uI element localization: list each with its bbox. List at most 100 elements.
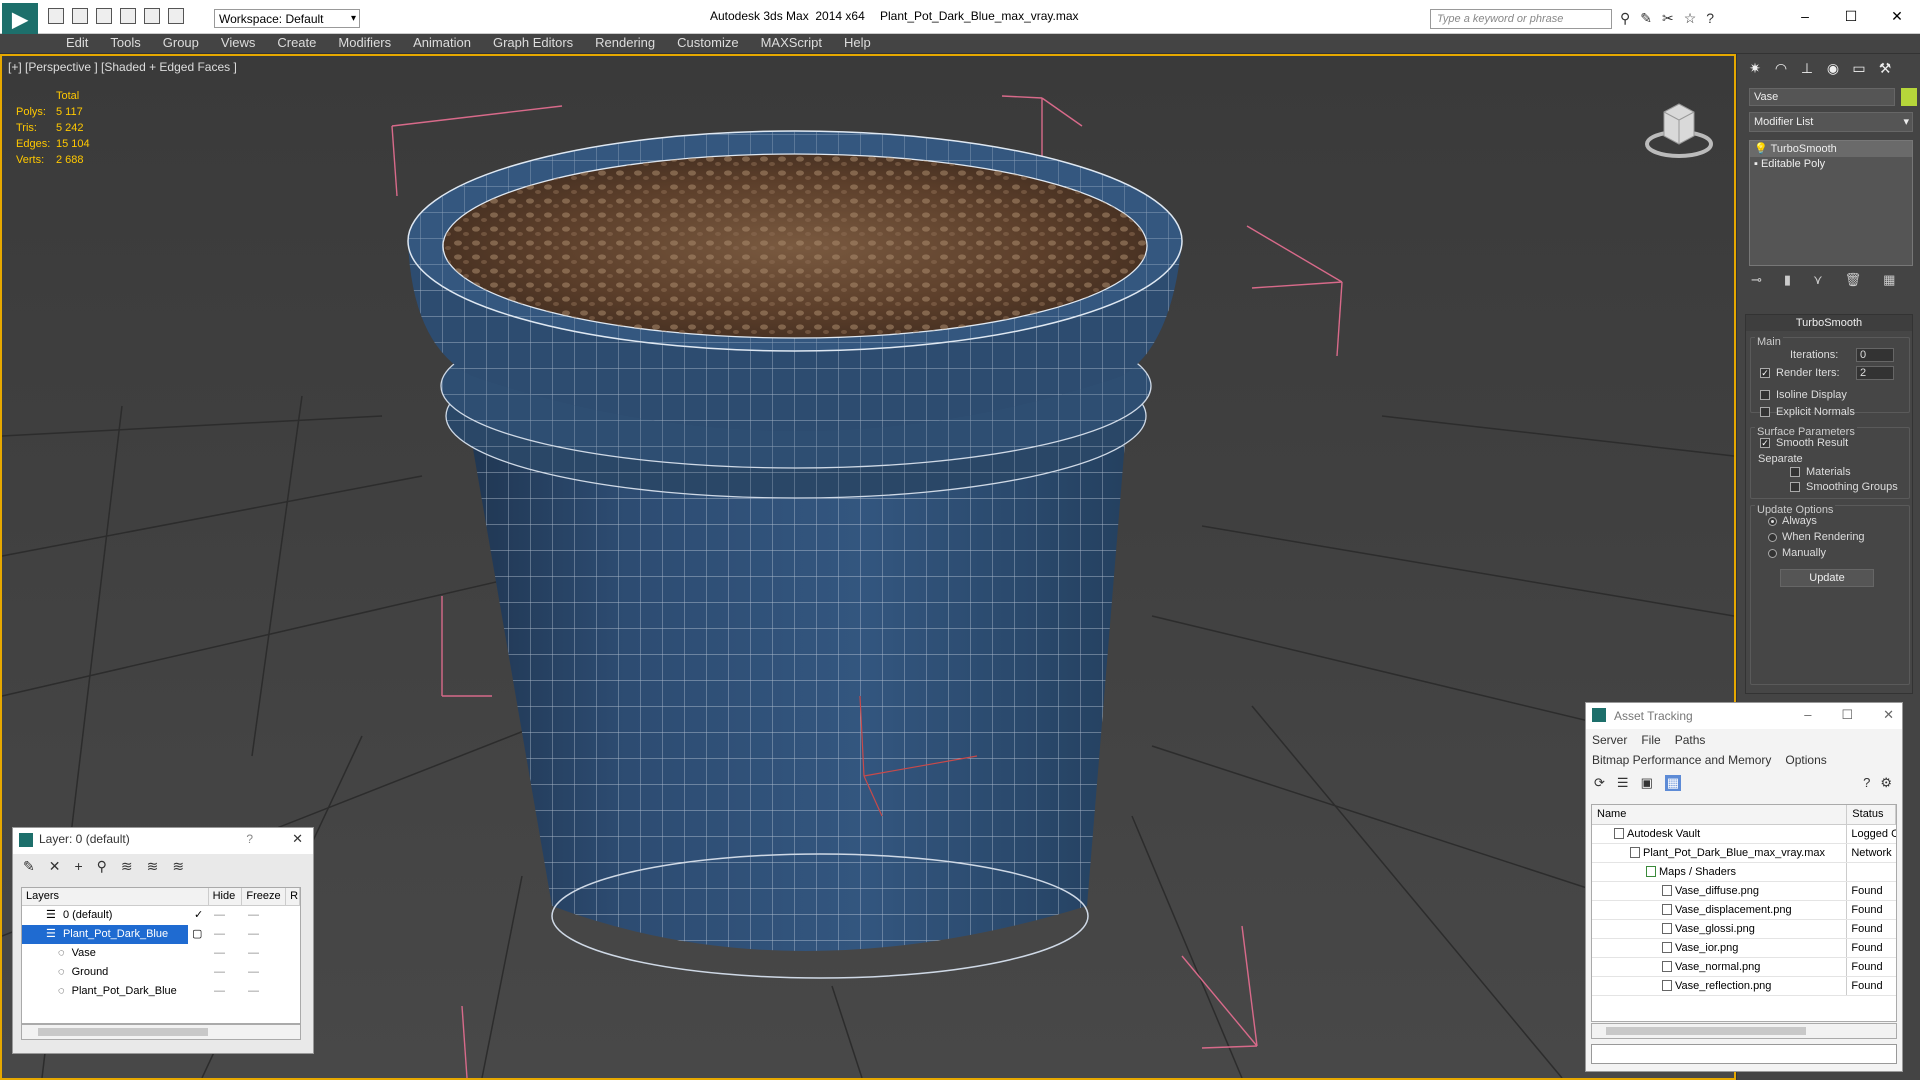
create-tab-icon[interactable]: ✷ xyxy=(1745,60,1765,78)
asset-row[interactable]: Autodesk Vault Logged O xyxy=(1592,825,1896,844)
delete-layer-icon[interactable]: ✕ xyxy=(49,858,61,876)
freeze-toggle[interactable]: — xyxy=(244,906,288,925)
freeze-toggle[interactable]: — xyxy=(244,925,288,944)
scrollbar-thumb[interactable] xyxy=(38,1028,208,1036)
hierarchy-tab-icon[interactable]: ⊥ xyxy=(1797,60,1817,78)
menu-bitmap-performance[interactable]: Bitmap Performance and Memory xyxy=(1592,751,1771,767)
hide-toggle[interactable]: — xyxy=(210,925,244,944)
menu-create[interactable]: Create xyxy=(266,34,327,53)
column-header[interactable]: Name xyxy=(1592,805,1848,824)
communication-icon[interactable]: ✂ xyxy=(1662,10,1674,27)
help-icon[interactable]: ? xyxy=(1863,775,1870,791)
maximize-icon[interactable]: ☐ xyxy=(1828,0,1874,32)
project-folder-icon[interactable] xyxy=(168,8,184,24)
settings-icon[interactable]: ⚙ xyxy=(1880,775,1892,791)
asset-row[interactable]: Vase_ior.png Found xyxy=(1592,939,1896,958)
freeze-toggle[interactable]: — xyxy=(244,982,288,1001)
freeze-toggle[interactable]: — xyxy=(244,944,288,963)
asset-row[interactable]: Maps / Shaders xyxy=(1592,863,1896,882)
select-layer-icon[interactable]: ⚲ xyxy=(97,858,107,876)
set-active-icon[interactable]: ▢ xyxy=(188,925,210,944)
column-header[interactable]: R xyxy=(286,888,301,905)
redo-icon[interactable] xyxy=(144,8,160,24)
menu-help[interactable]: Help xyxy=(833,34,882,53)
iterations-spinner[interactable]: 0 xyxy=(1856,348,1894,362)
minimize-icon[interactable]: – xyxy=(1782,0,1828,32)
layer-row[interactable]: ◌ Plant_Pot_Dark_Blue — — xyxy=(22,982,300,1001)
close-icon[interactable]: ✕ xyxy=(292,831,303,847)
hide-all-layers-icon[interactable]: ≋ xyxy=(147,858,159,876)
menu-modifiers[interactable]: Modifiers xyxy=(327,34,402,53)
layer-window-titlebar[interactable]: Layer: 0 (default) ? ✕ xyxy=(13,828,313,854)
pin-stack-icon[interactable]: ⊸ xyxy=(1751,272,1762,288)
asset-row[interactable]: Vase_diffuse.png Found xyxy=(1592,882,1896,901)
asset-row[interactable]: Vase_displacement.png Found xyxy=(1592,901,1896,920)
explicit-normals-checkbox[interactable] xyxy=(1760,407,1770,417)
undo-icon[interactable] xyxy=(120,8,136,24)
stack-item-turbosmooth[interactable]: 💡 TurboSmooth xyxy=(1750,141,1912,157)
menu-customize[interactable]: Customize xyxy=(666,34,749,53)
column-header[interactable]: Hide xyxy=(209,888,243,905)
configure-sets-icon[interactable]: ▦ xyxy=(1883,272,1895,288)
modifier-list-dropdown[interactable]: Modifier List xyxy=(1749,112,1913,132)
render-iters-spinner[interactable]: 2 xyxy=(1856,366,1894,380)
always-radio[interactable] xyxy=(1768,517,1777,526)
column-header[interactable]: Layers xyxy=(22,888,209,905)
save-file-icon[interactable] xyxy=(96,8,112,24)
materials-checkbox[interactable] xyxy=(1790,467,1800,477)
asset-row[interactable]: Vase_reflection.png Found xyxy=(1592,977,1896,996)
hide-toggle[interactable]: — xyxy=(210,906,244,925)
modify-tab-icon[interactable]: ◠ xyxy=(1771,60,1791,78)
app-logo-icon[interactable]: ▶ xyxy=(2,3,38,37)
help-icon[interactable]: ? xyxy=(246,832,253,846)
help-icon[interactable]: ? xyxy=(1706,10,1714,27)
asset-row[interactable]: Plant_Pot_Dark_Blue_max_vray.max Network xyxy=(1592,844,1896,863)
create-layer-icon[interactable]: ✎ xyxy=(23,858,35,876)
menu-options[interactable]: Options xyxy=(1785,751,1826,767)
layer-row[interactable]: ☰ Plant_Pot_Dark_Blue ▢ — — xyxy=(22,925,300,944)
subscription-icon[interactable]: ✎ xyxy=(1640,10,1652,27)
menu-file[interactable]: File xyxy=(1641,731,1660,747)
table-view-icon[interactable]: ▦ xyxy=(1664,775,1682,791)
asset-row[interactable]: Vase_glossi.png Found xyxy=(1592,920,1896,939)
list-view-icon[interactable]: ☰ xyxy=(1617,775,1629,791)
object-name-field[interactable]: Vase xyxy=(1749,88,1895,106)
binoculars-icon[interactable]: ⚲ xyxy=(1620,10,1630,27)
layer-row[interactable]: ☰ 0 (default) — — ✓ xyxy=(22,906,300,925)
viewcube-icon[interactable] xyxy=(1644,92,1714,162)
menu-group[interactable]: Group xyxy=(152,34,210,53)
new-file-icon[interactable] xyxy=(48,8,64,24)
show-end-result-icon[interactable]: ▮ xyxy=(1784,272,1791,288)
maximize-icon[interactable]: ☐ xyxy=(1841,707,1853,723)
asset-row[interactable]: Vase_normal.png Found xyxy=(1592,958,1896,977)
menu-animation[interactable]: Animation xyxy=(402,34,482,53)
menu-paths[interactable]: Paths xyxy=(1675,731,1706,747)
workspace-dropdown[interactable]: Workspace: Default xyxy=(214,9,360,28)
scrollbar-thumb[interactable] xyxy=(1606,1027,1806,1035)
menu-tools[interactable]: Tools xyxy=(99,34,151,53)
layer-row[interactable]: ◌ Vase — — xyxy=(22,944,300,963)
smooth-result-checkbox[interactable]: ✓ xyxy=(1760,438,1770,448)
hide-toggle[interactable]: — xyxy=(210,944,244,963)
column-header[interactable]: Status xyxy=(1847,805,1896,824)
asset-window-titlebar[interactable]: Asset Tracking – ☐ ✕ xyxy=(1586,703,1902,729)
horizontal-scrollbar[interactable] xyxy=(21,1024,301,1040)
utilities-tab-icon[interactable]: ⚒ xyxy=(1875,60,1895,78)
highlight-layer-icon[interactable]: ≋ xyxy=(121,858,133,876)
column-header[interactable]: Freeze xyxy=(242,888,287,905)
when-rendering-radio[interactable] xyxy=(1768,533,1777,542)
menu-edit[interactable]: Edit xyxy=(55,34,99,53)
minimize-icon[interactable]: – xyxy=(1804,707,1811,723)
refresh-icon[interactable]: ⟳ xyxy=(1594,775,1605,791)
motion-tab-icon[interactable]: ◉ xyxy=(1823,60,1843,78)
remove-modifier-icon[interactable]: 🗑 xyxy=(1845,272,1862,288)
make-unique-icon[interactable]: ⋎ xyxy=(1813,272,1823,288)
hide-toggle[interactable]: — xyxy=(210,963,244,982)
search-input[interactable]: Type a keyword or phrase xyxy=(1430,9,1612,29)
display-tab-icon[interactable]: ▭ xyxy=(1849,60,1869,78)
smoothing-groups-checkbox[interactable] xyxy=(1790,482,1800,492)
viewport-label[interactable]: [+] [Perspective ] [Shaded + Edged Faces… xyxy=(8,60,237,74)
menu-maxscript[interactable]: MAXScript xyxy=(750,34,833,53)
stack-item-editable-poly[interactable]: ▪ Editable Poly xyxy=(1750,157,1912,173)
menu-server[interactable]: Server xyxy=(1592,731,1627,747)
